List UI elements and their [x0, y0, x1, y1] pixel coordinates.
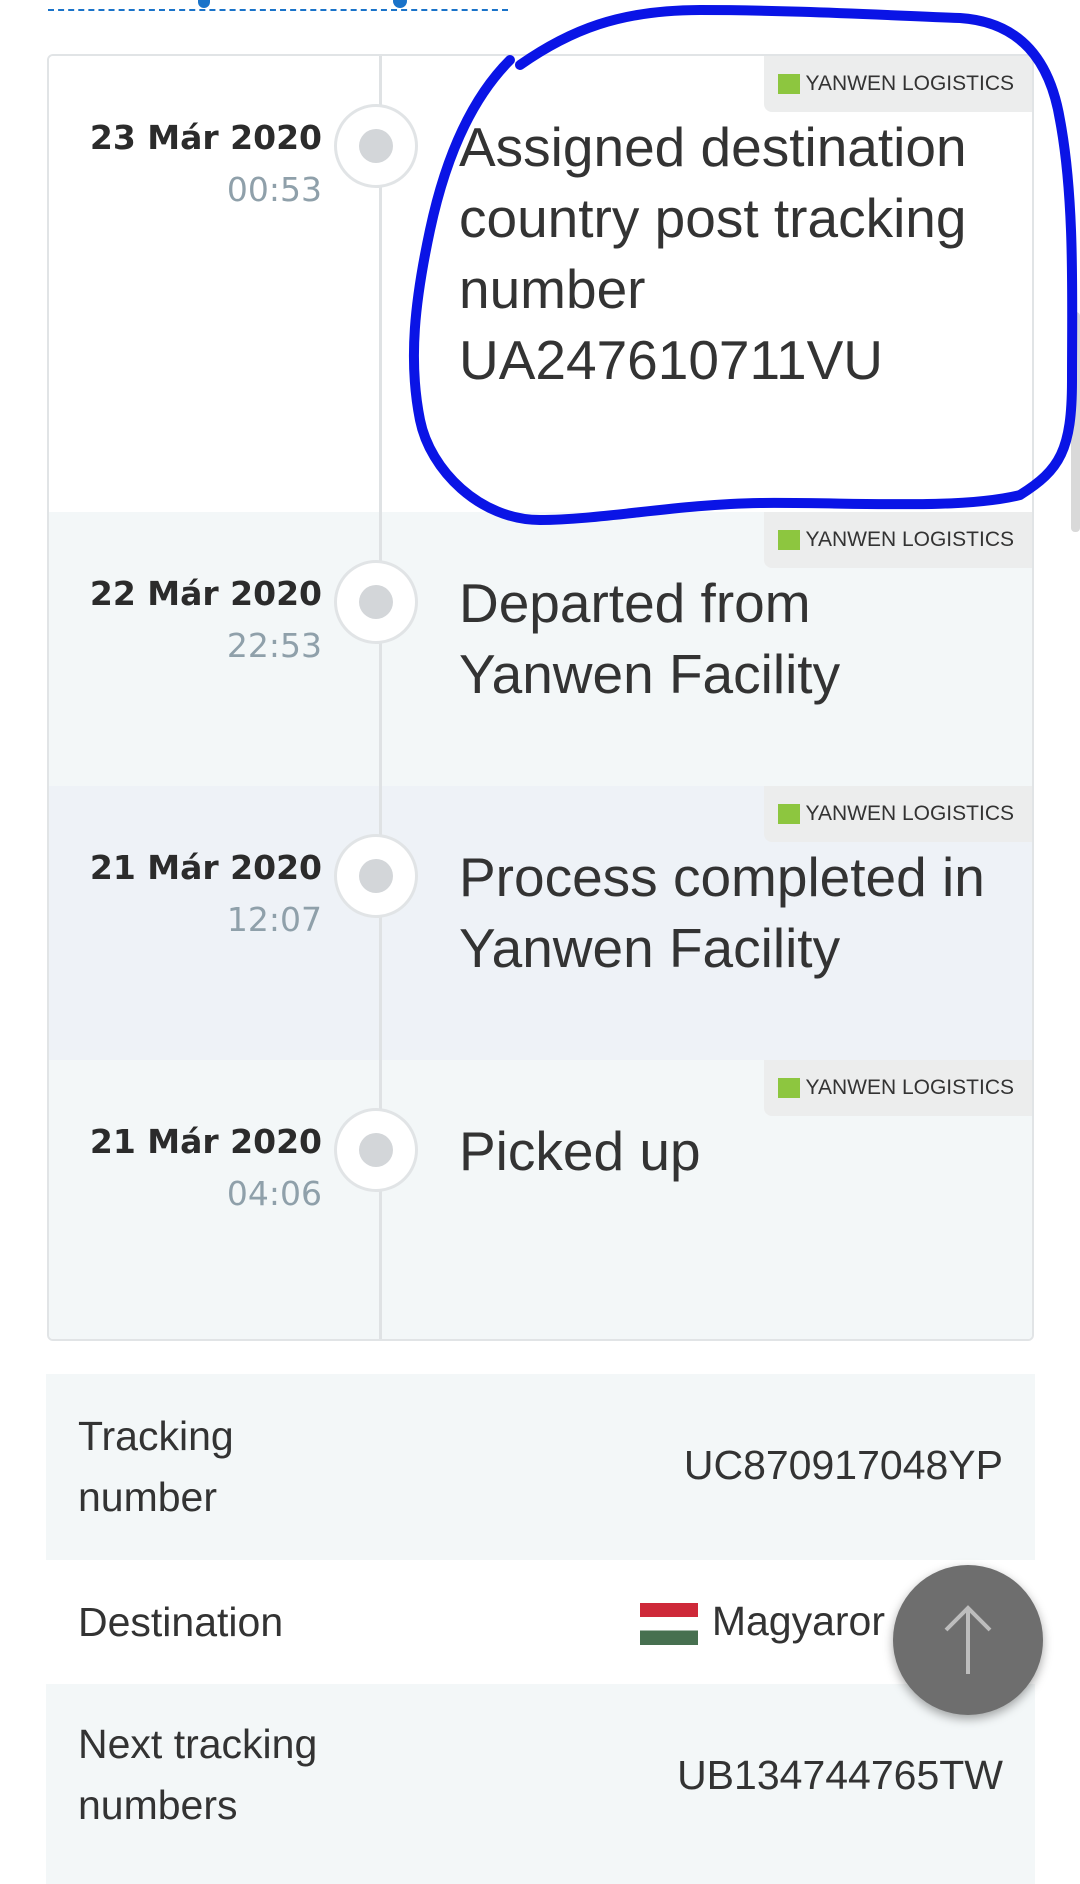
event-description: Departed from Yanwen Facility	[459, 572, 841, 705]
hungary-flag-icon	[639, 1603, 698, 1646]
carrier-name: YANWEN LOGISTICS	[805, 528, 1014, 551]
timeline-event: YANWEN LOGISTICS 22 Már 2020 22:53 Depar…	[49, 512, 1032, 786]
carrier-badge: YANWEN LOGISTICS	[763, 512, 1032, 568]
carrier-badge: YANWEN LOGISTICS	[763, 56, 1032, 112]
event-date: 23 Már 2020	[89, 118, 322, 157]
info-row-destination: Destination Magyaror	[46, 1560, 1035, 1684]
timeline-dot	[334, 1108, 418, 1192]
arrow-up-icon	[944, 1605, 992, 1674]
event-time: 04:06	[226, 1174, 322, 1213]
timeline-event: YANWEN LOGISTICS 23 Már 2020 00:53 Assig…	[49, 56, 1032, 512]
carrier-name: YANWEN LOGISTICS	[805, 1076, 1014, 1099]
yanwen-logo-icon	[777, 1078, 800, 1098]
tracking-timeline: YANWEN LOGISTICS 23 Már 2020 00:53 Assig…	[47, 54, 1034, 1341]
yanwen-logo-icon	[777, 74, 800, 94]
tracking-number-label: Tracking number	[78, 1413, 234, 1520]
carrier-name: YANWEN LOGISTICS	[805, 72, 1014, 95]
event-description: Process completed in Yanwen Facility	[459, 846, 985, 979]
carrier-badge: YANWEN LOGISTICS	[763, 1060, 1032, 1116]
event-description: Assigned destination country post tracki…	[459, 116, 967, 391]
next-tracking-label: Next tracking numbers	[78, 1721, 318, 1828]
tracking-number-value[interactable]: UC870917048YP	[684, 1442, 1003, 1489]
event-time: 12:07	[226, 900, 322, 939]
scroll-to-top-button[interactable]	[893, 1565, 1043, 1715]
event-description: Picked up	[459, 1120, 701, 1182]
destination-label: Destination	[78, 1599, 284, 1645]
shipment-info-table: Tracking number UC870917048YP Destinatio…	[46, 1374, 1035, 1884]
timeline-dot	[334, 560, 418, 644]
event-date: 21 Már 2020	[89, 848, 322, 887]
destination-country: Magyaror	[711, 1598, 885, 1644]
timeline-event: YANWEN LOGISTICS 21 Már 2020 12:07 Proce…	[49, 786, 1032, 1060]
link-underline	[48, 0, 508, 11]
destination-value: Magyaror	[639, 1598, 885, 1646]
timeline-dot	[334, 104, 418, 188]
event-time: 22:53	[226, 626, 322, 665]
event-date: 22 Már 2020	[89, 574, 322, 613]
event-date: 21 Már 2020	[89, 1122, 322, 1161]
info-row-next-tracking: Next tracking numbers UB134744765TW	[46, 1684, 1035, 1884]
info-row-tracking-number: Tracking number UC870917048YP	[46, 1374, 1035, 1560]
yanwen-logo-icon	[777, 530, 800, 550]
carrier-name: YANWEN LOGISTICS	[805, 802, 1014, 825]
scrollbar[interactable]	[1071, 312, 1080, 532]
yanwen-logo-icon	[777, 804, 800, 824]
timeline-dot	[334, 834, 418, 918]
next-tracking-value[interactable]: UB134744765TW	[677, 1752, 1003, 1799]
carrier-badge: YANWEN LOGISTICS	[763, 786, 1032, 842]
event-time: 00:53	[226, 170, 322, 209]
timeline-event: YANWEN LOGISTICS 21 Már 2020 04:06 Picke…	[49, 1060, 1032, 1339]
